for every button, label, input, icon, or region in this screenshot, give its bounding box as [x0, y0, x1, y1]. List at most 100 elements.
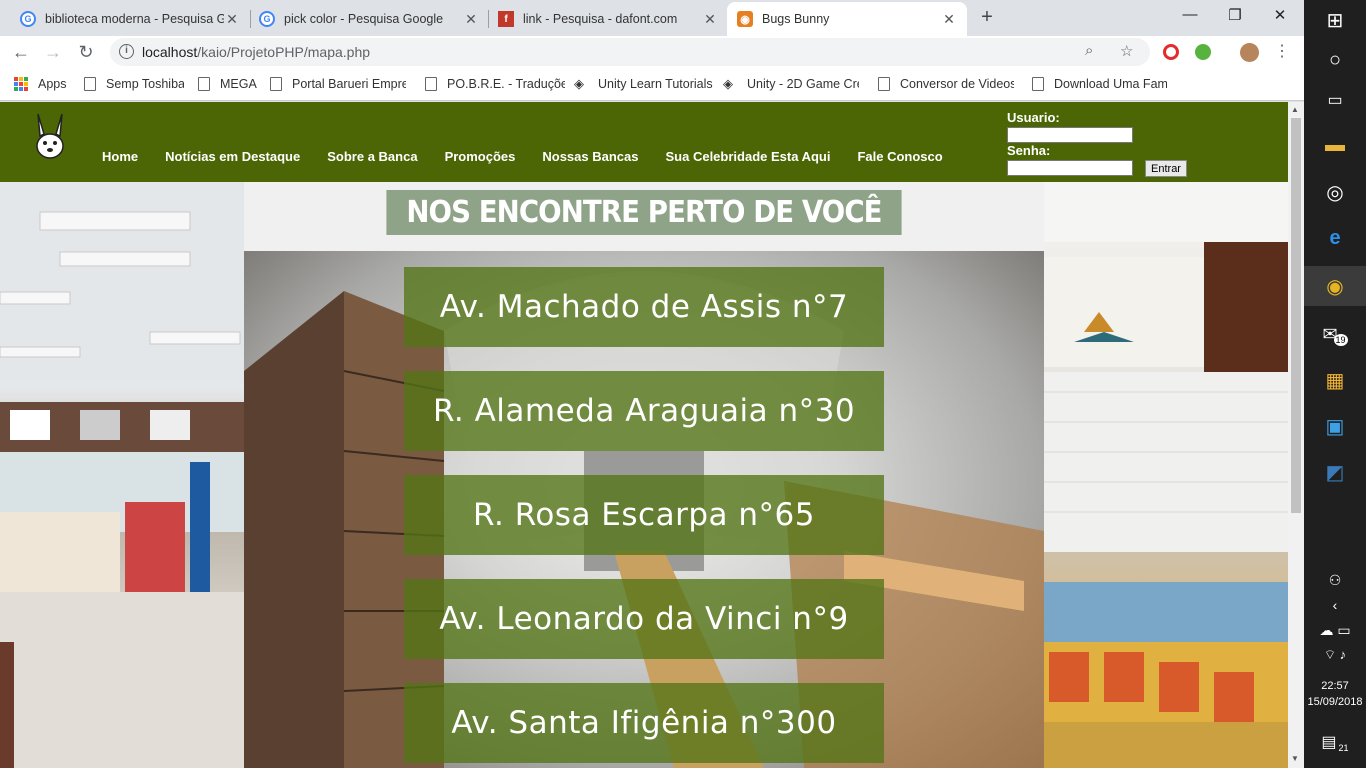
bookmarks-bar: Apps Semp Toshiba MEGA Portal Barueri Em… [0, 68, 1304, 101]
address-alameda-araguaia[interactable]: R. Alameda Araguaia n°30 [404, 371, 884, 451]
bookmark-conversor[interactable]: Conversor de Videos c [878, 77, 1014, 91]
store-icon[interactable]: ▦ [1304, 360, 1366, 400]
media-icon[interactable]: ◎ [1304, 172, 1366, 212]
scrollbar-thumb[interactable] [1291, 118, 1301, 513]
profile-avatar[interactable] [1240, 43, 1259, 62]
main-nav: Home Notícias em Destaque Sobre a Banca … [102, 149, 970, 164]
reload-icon[interactable]: ↻ [75, 41, 97, 63]
maximize-button[interactable]: ❐ [1220, 6, 1250, 24]
nav-sobre[interactable]: Sobre a Banca [327, 149, 417, 164]
page-icon [878, 77, 890, 91]
close-tab-icon[interactable]: ✕ [224, 11, 240, 28]
username-input[interactable] [1007, 127, 1133, 143]
center-content: NOS ENCONTRE PERTO DE VOCÊ Av. Machado d… [244, 182, 1044, 768]
banner-title: NOS ENCONTRE PERTO DE VOCÊ [386, 190, 902, 235]
address-bar[interactable]: i localhost/kaio/ProjetoPHP/mapa.php ⌕ ☆ [110, 38, 1150, 66]
apps-grid-icon [14, 77, 28, 91]
page-icon [270, 77, 282, 91]
password-label: Senha: [1007, 143, 1051, 158]
close-tab-icon[interactable]: ✕ [702, 11, 718, 28]
site-icon: ◉ [737, 11, 753, 27]
page-icon [84, 77, 96, 91]
workbench-icon[interactable]: ◩ [1304, 452, 1366, 492]
tab-biblioteca[interactable]: G biblioteca moderna - Pesquisa Go ✕ [10, 2, 250, 36]
minimize-button[interactable]: — [1175, 6, 1205, 23]
clock-time: 22:57 [1321, 680, 1349, 692]
browser-toolbar: ← → ↻ i localhost/kaio/ProjetoPHP/mapa.p… [0, 36, 1304, 68]
tab-pick-color[interactable]: G pick color - Pesquisa Google ✕ [249, 2, 489, 36]
username-label: Usuario: [1007, 110, 1060, 125]
bookmark-label: Unity Learn Tutorials [598, 77, 713, 91]
system-clock[interactable]: 22:57 15/09/2018 [1304, 678, 1366, 710]
bookmark-label: MEGA [220, 77, 257, 91]
bookmark-apps[interactable]: Apps [14, 77, 67, 91]
bunny-logo-icon[interactable] [30, 112, 70, 162]
bookmark-unity-2d[interactable]: ◈ Unity - 2D Game Cre [723, 77, 859, 91]
opera-extension-icon[interactable] [1163, 44, 1179, 60]
wifi-volume-icon[interactable]: ⌔ ♪ [1304, 635, 1366, 675]
bookmark-semp-toshiba[interactable]: Semp Toshiba [84, 77, 184, 91]
nav-noticias[interactable]: Notícias em Destaque [165, 149, 300, 164]
forward-arrow-icon[interactable]: → [42, 41, 64, 63]
tab-title: link - Pesquisa - dafont.com [523, 12, 678, 26]
bookmark-portal-barueri[interactable]: Portal Barueri Empre [270, 77, 406, 91]
task-view-icon[interactable]: ▭ [1304, 80, 1366, 120]
app-icon[interactable]: ▣ [1304, 406, 1366, 446]
url-path: /kaio/ProjetoPHP/mapa.php [197, 44, 371, 60]
bookmark-label: PO.B.R.E. - Traduções [447, 77, 565, 91]
nav-promocoes[interactable]: Promoções [445, 149, 516, 164]
site-header: Home Notícias em Destaque Sobre a Banca … [0, 102, 1288, 182]
new-tab-button[interactable]: + [977, 6, 997, 29]
dafont-icon: f [498, 11, 514, 27]
login-form: Usuario: Senha: Entrar [1007, 110, 1187, 177]
close-window-button[interactable]: ✕ [1265, 6, 1295, 24]
unity-icon: ◈ [723, 77, 733, 91]
nav-nossas-bancas[interactable]: Nossas Bancas [542, 149, 638, 164]
cortana-circle-icon[interactable]: ○ [1304, 40, 1366, 80]
bookmark-label: Apps [38, 77, 67, 91]
tab-bugs-bunny[interactable]: ◉ Bugs Bunny ✕ [727, 2, 967, 36]
google-icon: G [259, 11, 275, 27]
info-icon[interactable]: i [119, 44, 134, 59]
tab-dafont[interactable]: f link - Pesquisa - dafont.com ✕ [488, 2, 728, 36]
bookmark-download[interactable]: Download Uma Famí [1032, 77, 1167, 91]
address-machado-de-assis[interactable]: Av. Machado de Assis n°7 [404, 267, 884, 347]
mail-icon[interactable]: ✉ 19 [1304, 314, 1366, 354]
tab-title: pick color - Pesquisa Google [284, 12, 444, 26]
windows-start-icon[interactable]: ⊞ [1304, 0, 1366, 40]
vertical-scrollbar[interactable]: ▲ ▼ [1288, 102, 1304, 768]
nav-home[interactable]: Home [102, 149, 138, 164]
bookstore-photo-left [0, 182, 244, 768]
scroll-up-arrow-icon[interactable]: ▲ [1291, 105, 1299, 114]
page-icon [198, 77, 210, 91]
edge-icon[interactable]: e [1304, 218, 1366, 258]
back-arrow-icon[interactable]: ← [10, 41, 32, 63]
bookmark-star-icon[interactable]: ☆ [1120, 42, 1133, 60]
password-input[interactable] [1007, 160, 1133, 176]
check-extension-icon[interactable] [1195, 44, 1211, 60]
notifications-icon[interactable]: ▤ 21 [1304, 722, 1366, 762]
windows-taskbar: ⊞ ○ ▭ ▬ ◎ e ◉ ✉ 19 ▦ ▣ ◩ ⚇ ‹ ☁ ▭ ⌔ ♪ 22:5… [1304, 0, 1366, 768]
url-text[interactable]: localhost/kaio/ProjetoPHP/mapa.php [142, 44, 370, 60]
address-santa-ifigenia[interactable]: Av. Santa Ifigênia n°300 [404, 683, 884, 763]
bookmark-unity-learn[interactable]: ◈ Unity Learn Tutorials [574, 77, 714, 91]
bookmark-pobre[interactable]: PO.B.R.E. - Traduções [425, 77, 565, 91]
unity-icon: ◈ [574, 77, 584, 91]
login-button[interactable]: Entrar [1145, 160, 1187, 177]
close-tab-icon[interactable]: ✕ [463, 11, 479, 28]
mail-badge: 19 [1333, 334, 1348, 346]
address-leonardo-da-vinci[interactable]: Av. Leonardo da Vinci n°9 [404, 579, 884, 659]
browser-window: G biblioteca moderna - Pesquisa Go ✕ G p… [0, 0, 1304, 768]
file-explorer-icon[interactable]: ▬ [1304, 125, 1366, 165]
bookmark-mega[interactable]: MEGA [198, 77, 258, 91]
zoom-search-icon[interactable]: ⌕ [1085, 42, 1093, 59]
menu-icon[interactable]: ⋮ [1271, 41, 1293, 63]
tab-strip: G biblioteca moderna - Pesquisa Go ✕ G p… [0, 0, 1304, 36]
banner-area: NOS ENCONTRE PERTO DE VOCÊ [244, 182, 1044, 251]
close-tab-icon[interactable]: ✕ [941, 11, 957, 28]
nav-celebridade[interactable]: Sua Celebridade Esta Aqui [666, 149, 831, 164]
address-rosa-escarpa[interactable]: R. Rosa Escarpa n°65 [404, 475, 884, 555]
scroll-down-arrow-icon[interactable]: ▼ [1291, 754, 1299, 763]
nav-fale-conosco[interactable]: Fale Conosco [857, 149, 942, 164]
chrome-icon[interactable]: ◉ [1304, 266, 1366, 306]
